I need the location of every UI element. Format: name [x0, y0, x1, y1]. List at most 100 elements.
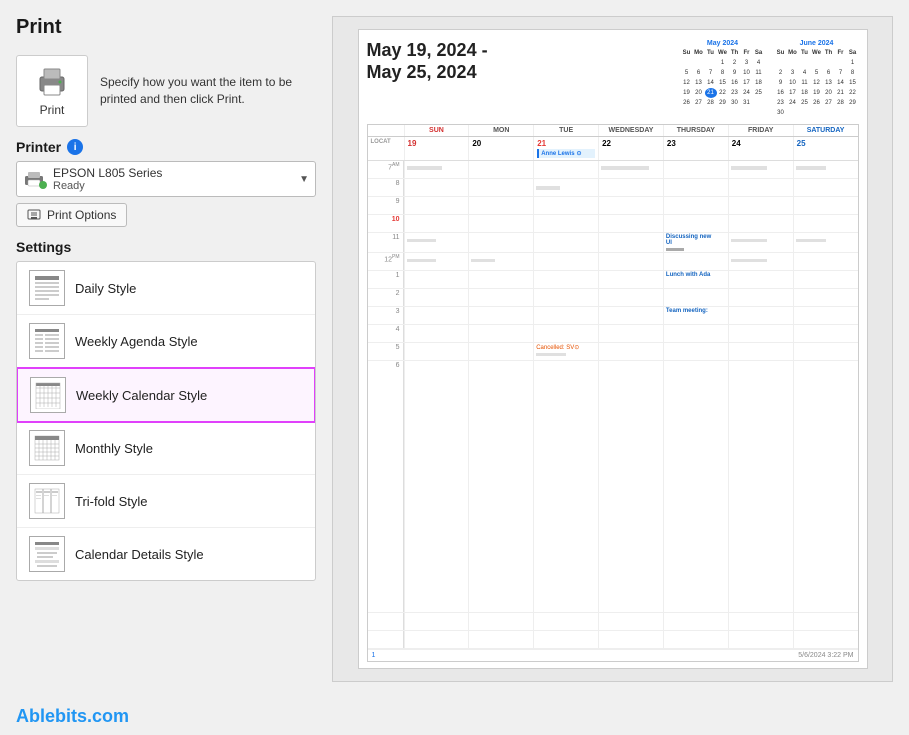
tc-ex2-fri: [728, 631, 793, 648]
cal-dates-row: LOCAT 19 20 21 Anne Lewis ⊙ 22 23 24: [368, 137, 858, 161]
style-item-monthly[interactable]: Monthly Style: [17, 422, 315, 475]
monthly-style-icon: [29, 430, 65, 466]
time-label-9: 9: [368, 197, 404, 214]
tc-6-sat: [793, 361, 858, 612]
print-icon-box[interactable]: Print: [16, 55, 88, 127]
tc-ex1-mon: [468, 613, 533, 630]
tc-1-mon: [468, 271, 533, 288]
tc-9-mon: [468, 197, 533, 214]
tc-12-wed: [598, 253, 663, 270]
tc-6-tue: [533, 361, 598, 612]
style-item-weekly-agenda[interactable]: Weekly Agenda Style: [17, 315, 315, 368]
printer-status-dot: [39, 181, 47, 189]
time-label-extra1: [368, 613, 404, 630]
info-icon[interactable]: i: [67, 139, 83, 155]
time-label-7am: 7AM: [368, 161, 404, 178]
tc-5-mon: [468, 343, 533, 360]
printer-icon: [34, 65, 70, 101]
time-row-extra2: [368, 631, 858, 649]
settings-section: Settings Daily Styl: [16, 239, 316, 581]
printer-dropdown-arrow: ▼: [299, 174, 309, 185]
tc-11-mon: [468, 233, 533, 252]
tc-3-mon: [468, 307, 533, 324]
tc-12-sun: [404, 253, 469, 270]
tc-8-thu: [663, 179, 728, 196]
tc-11-wed: [598, 233, 663, 252]
tc-10-sat: [793, 215, 858, 232]
printer-status: Ready: [53, 180, 291, 192]
tc-10-fri: [728, 215, 793, 232]
tc-2-wed: [598, 289, 663, 306]
trifold-style-icon: [29, 483, 65, 519]
tc-6-thu: [663, 361, 728, 612]
date-21: 21 Anne Lewis ⊙: [533, 137, 598, 160]
tc-1-wed: [598, 271, 663, 288]
day-header-mon: MON: [468, 125, 533, 136]
time-row-8: 8: [368, 179, 858, 197]
calendar-preview-wrapper: May 19, 2024 - May 25, 2024 May 2024 SuM…: [332, 16, 893, 682]
day-header-thu: THURSDAY: [663, 125, 728, 136]
tc-3-tue: [533, 307, 598, 324]
printer-icon-wrap: [23, 170, 45, 188]
tc-5-sun: [404, 343, 469, 360]
date-20: 20: [468, 137, 533, 160]
cal-mini-months: May 2024 SuMoTuWeThFrSa 1234 567891011 1…: [681, 40, 859, 118]
weekly-agenda-style-icon: [29, 323, 65, 359]
style-label-trifold: Tri-fold Style: [75, 494, 147, 509]
options-icon: [27, 208, 41, 222]
style-item-calendar-details[interactable]: Calendar Details Style: [17, 528, 315, 580]
footer-timestamp: 5/6/2024 3:22 PM: [798, 652, 853, 659]
time-row-extra1: [368, 613, 858, 631]
tc-9-wed: [598, 197, 663, 214]
weekly-calendar-style-icon: [30, 377, 66, 413]
tc-ex1-tue: [533, 613, 598, 630]
cal-title: May 19, 2024 - May 25, 2024: [367, 40, 488, 83]
tc-8-sat: [793, 179, 858, 196]
style-label-weekly-calendar: Weekly Calendar Style: [76, 388, 207, 403]
cal-footer-bar: 1 5/6/2024 3:22 PM: [368, 649, 858, 661]
right-panel: May 19, 2024 - May 25, 2024 May 2024 SuM…: [332, 16, 893, 682]
tc-9-sun: [404, 197, 469, 214]
event-lunch: Lunch with Ada: [666, 272, 726, 278]
time-label-12pm: 12PM: [368, 253, 404, 270]
time-label-10: 10: [368, 215, 404, 232]
tc-6-sun: [404, 361, 469, 612]
time-label-6: 6: [368, 361, 404, 612]
time-row-4: 4: [368, 325, 858, 343]
tc-8-fri: [728, 179, 793, 196]
cal-day-headers: SUN MON TUE WEDNESDAY THURSDAY FRIDAY SA…: [368, 125, 858, 137]
time-row-7am: 7AM: [368, 161, 858, 179]
tc-5-fri: [728, 343, 793, 360]
style-item-daily[interactable]: Daily Style: [17, 262, 315, 315]
footer-page-num: 1: [372, 652, 376, 659]
tc-9-fri: [728, 197, 793, 214]
cal-body: 7AM 8: [368, 161, 858, 649]
style-item-weekly-calendar[interactable]: Weekly Calendar Style: [16, 367, 316, 423]
style-item-trifold[interactable]: Tri-fold Style: [17, 475, 315, 528]
tc-8-mon: [468, 179, 533, 196]
time-col-header: [368, 125, 404, 136]
tc-10-thu: [663, 215, 728, 232]
footer: Ablebits.com: [0, 698, 909, 735]
tc-ex1-thu: [663, 613, 728, 630]
tc-10-sun: [404, 215, 469, 232]
tc-4-sun: [404, 325, 469, 342]
time-row-9: 9: [368, 197, 858, 215]
tc-9-sat: [793, 197, 858, 214]
event-cancelled: Cancelled: SV⊙: [536, 344, 596, 351]
date-25: 25: [793, 137, 858, 160]
time-label-extra2: [368, 631, 404, 648]
tc-2-sun: [404, 289, 469, 306]
printer-section-title: Printer i: [16, 139, 316, 155]
tc-5-tue: Cancelled: SV⊙: [533, 343, 598, 360]
printer-dropdown[interactable]: EPSON L805 Series Ready ▼: [16, 161, 316, 197]
tc-ex1-sat: [793, 613, 858, 630]
tc-12-sat: [793, 253, 858, 270]
print-options-button[interactable]: Print Options: [16, 203, 127, 227]
tc-6-mon: [468, 361, 533, 612]
tc-12-tue: [533, 253, 598, 270]
tc-3-wed: [598, 307, 663, 324]
tc-1-tue: [533, 271, 598, 288]
tc-12-thu: [663, 253, 728, 270]
tc-12-mon: [468, 253, 533, 270]
